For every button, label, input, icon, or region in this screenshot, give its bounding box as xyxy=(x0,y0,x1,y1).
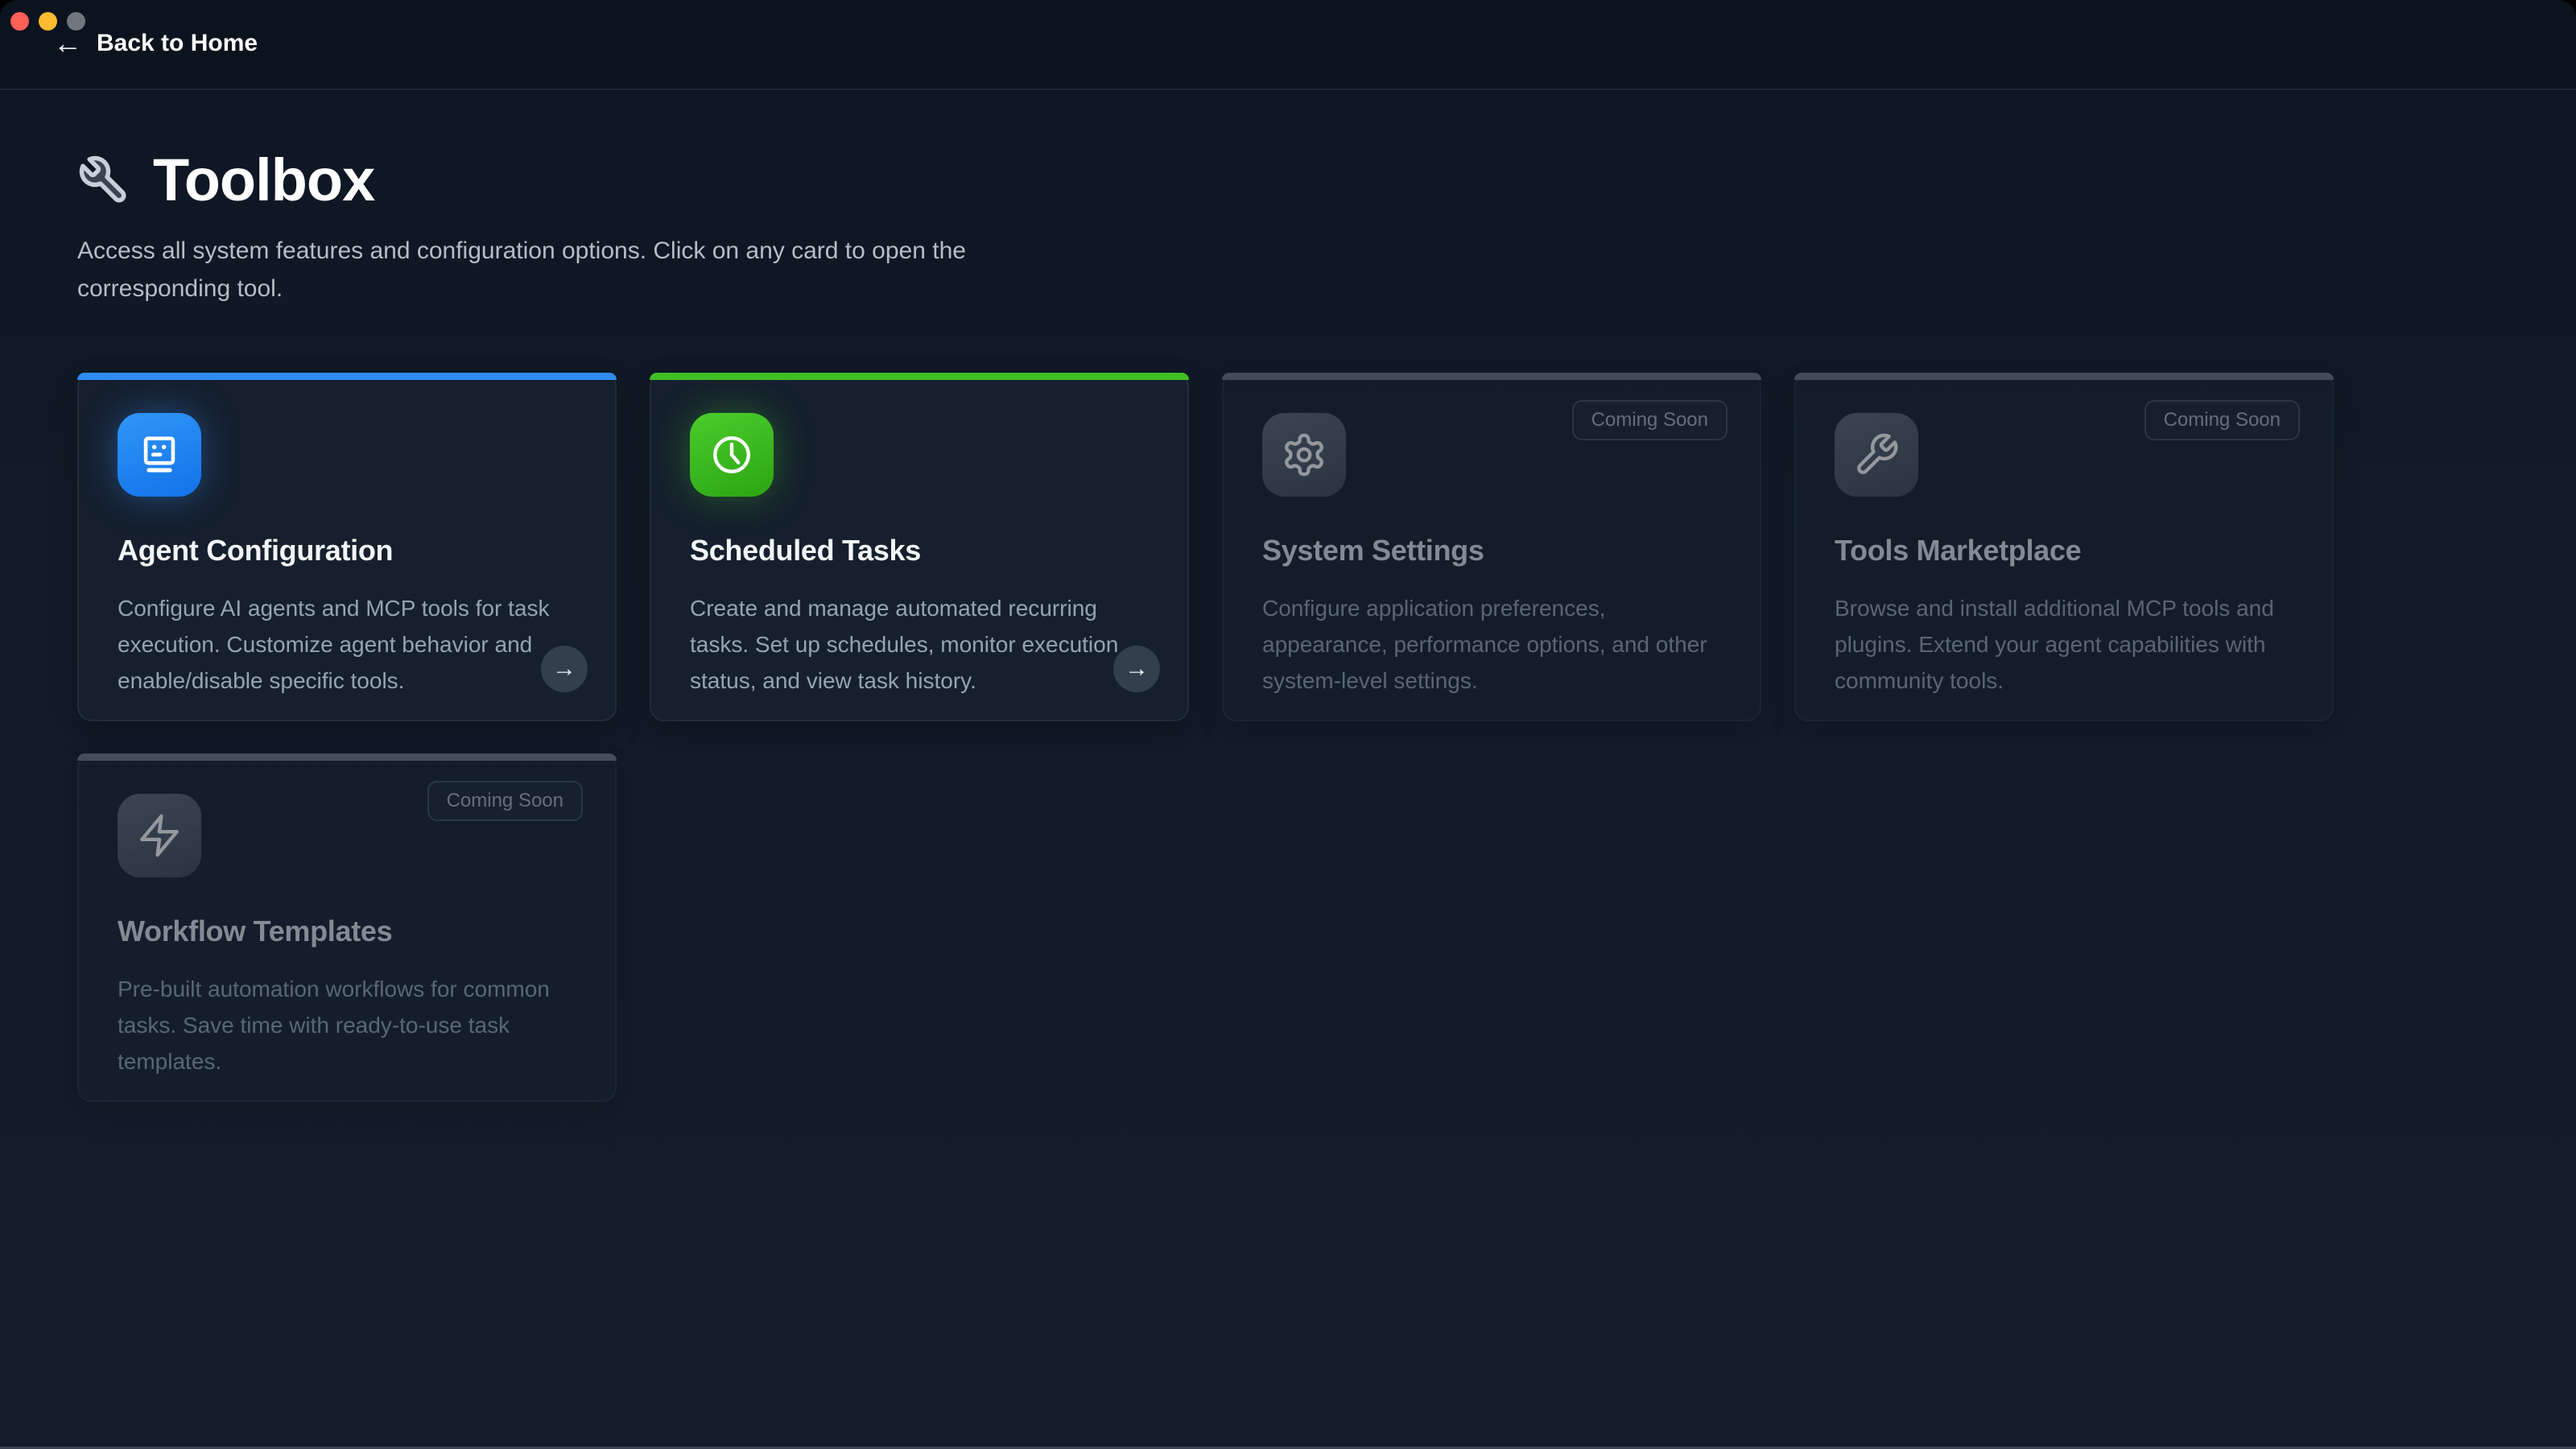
card-accent-bar xyxy=(77,373,617,380)
card-accent-bar xyxy=(1794,373,2334,380)
gear-icon xyxy=(1262,413,1346,497)
card-system-settings: Coming Soon System Settings Configure ap… xyxy=(1222,373,1761,721)
card-description: Configure AI agents and MCP tools for ta… xyxy=(118,590,576,699)
card-agent-configuration[interactable]: Agent Configuration Configure AI agents … xyxy=(77,373,617,721)
card-accent-bar xyxy=(77,753,617,761)
card-title: Scheduled Tasks xyxy=(690,534,1149,568)
back-arrow-icon: ← xyxy=(53,31,82,56)
wrench-icon xyxy=(1835,413,1918,497)
wrench-icon xyxy=(77,154,130,207)
arrow-right-icon: → xyxy=(552,657,576,681)
card-accent-bar xyxy=(1222,373,1761,380)
card-tools-marketplace: Coming Soon Tools Marketplace Browse and… xyxy=(1794,373,2334,721)
close-window-button[interactable] xyxy=(10,12,29,31)
coming-soon-badge: Coming Soon xyxy=(2145,400,2300,440)
coming-soon-badge: Coming Soon xyxy=(1572,400,1728,440)
page-title-row: Toolbox xyxy=(77,150,2499,211)
main-content: Toolbox Access all system features and c… xyxy=(0,150,2576,1102)
back-to-home-button[interactable]: ← Back to Home xyxy=(48,29,262,58)
toolbox-card-grid: Agent Configuration Configure AI agents … xyxy=(77,373,2499,1102)
arrow-right-icon: → xyxy=(1125,657,1149,681)
card-title: Workflow Templates xyxy=(118,914,576,948)
app-window: ← Back to Home Toolbox Access all system… xyxy=(0,0,2576,1449)
card-title: Tools Marketplace xyxy=(1835,534,2293,568)
back-label: Back to Home xyxy=(97,30,258,57)
robot-icon xyxy=(118,413,201,497)
zap-icon xyxy=(118,794,201,877)
card-description: Browse and install additional MCP tools … xyxy=(1835,590,2293,699)
card-workflow-templates: Coming Soon Workflow Templates Pre-built… xyxy=(77,753,617,1102)
coming-soon-badge: Coming Soon xyxy=(427,781,583,821)
card-accent-bar xyxy=(650,373,1189,380)
open-scheduled-tasks-button[interactable]: → xyxy=(1113,646,1160,692)
card-title: Agent Configuration xyxy=(118,534,576,568)
page-subtitle: Access all system features and configura… xyxy=(77,232,1035,308)
title-bar: ← Back to Home xyxy=(0,0,2576,90)
page-title: Toolbox xyxy=(153,150,374,211)
card-title: System Settings xyxy=(1262,534,1721,568)
card-description: Configure application preferences, appea… xyxy=(1262,590,1721,699)
open-agent-configuration-button[interactable]: → xyxy=(541,646,588,692)
clock-icon xyxy=(690,413,774,497)
card-description: Create and manage automated recurring ta… xyxy=(690,590,1149,699)
card-description: Pre-built automation workflows for commo… xyxy=(118,971,576,1080)
card-scheduled-tasks[interactable]: Scheduled Tasks Create and manage automa… xyxy=(650,373,1189,721)
